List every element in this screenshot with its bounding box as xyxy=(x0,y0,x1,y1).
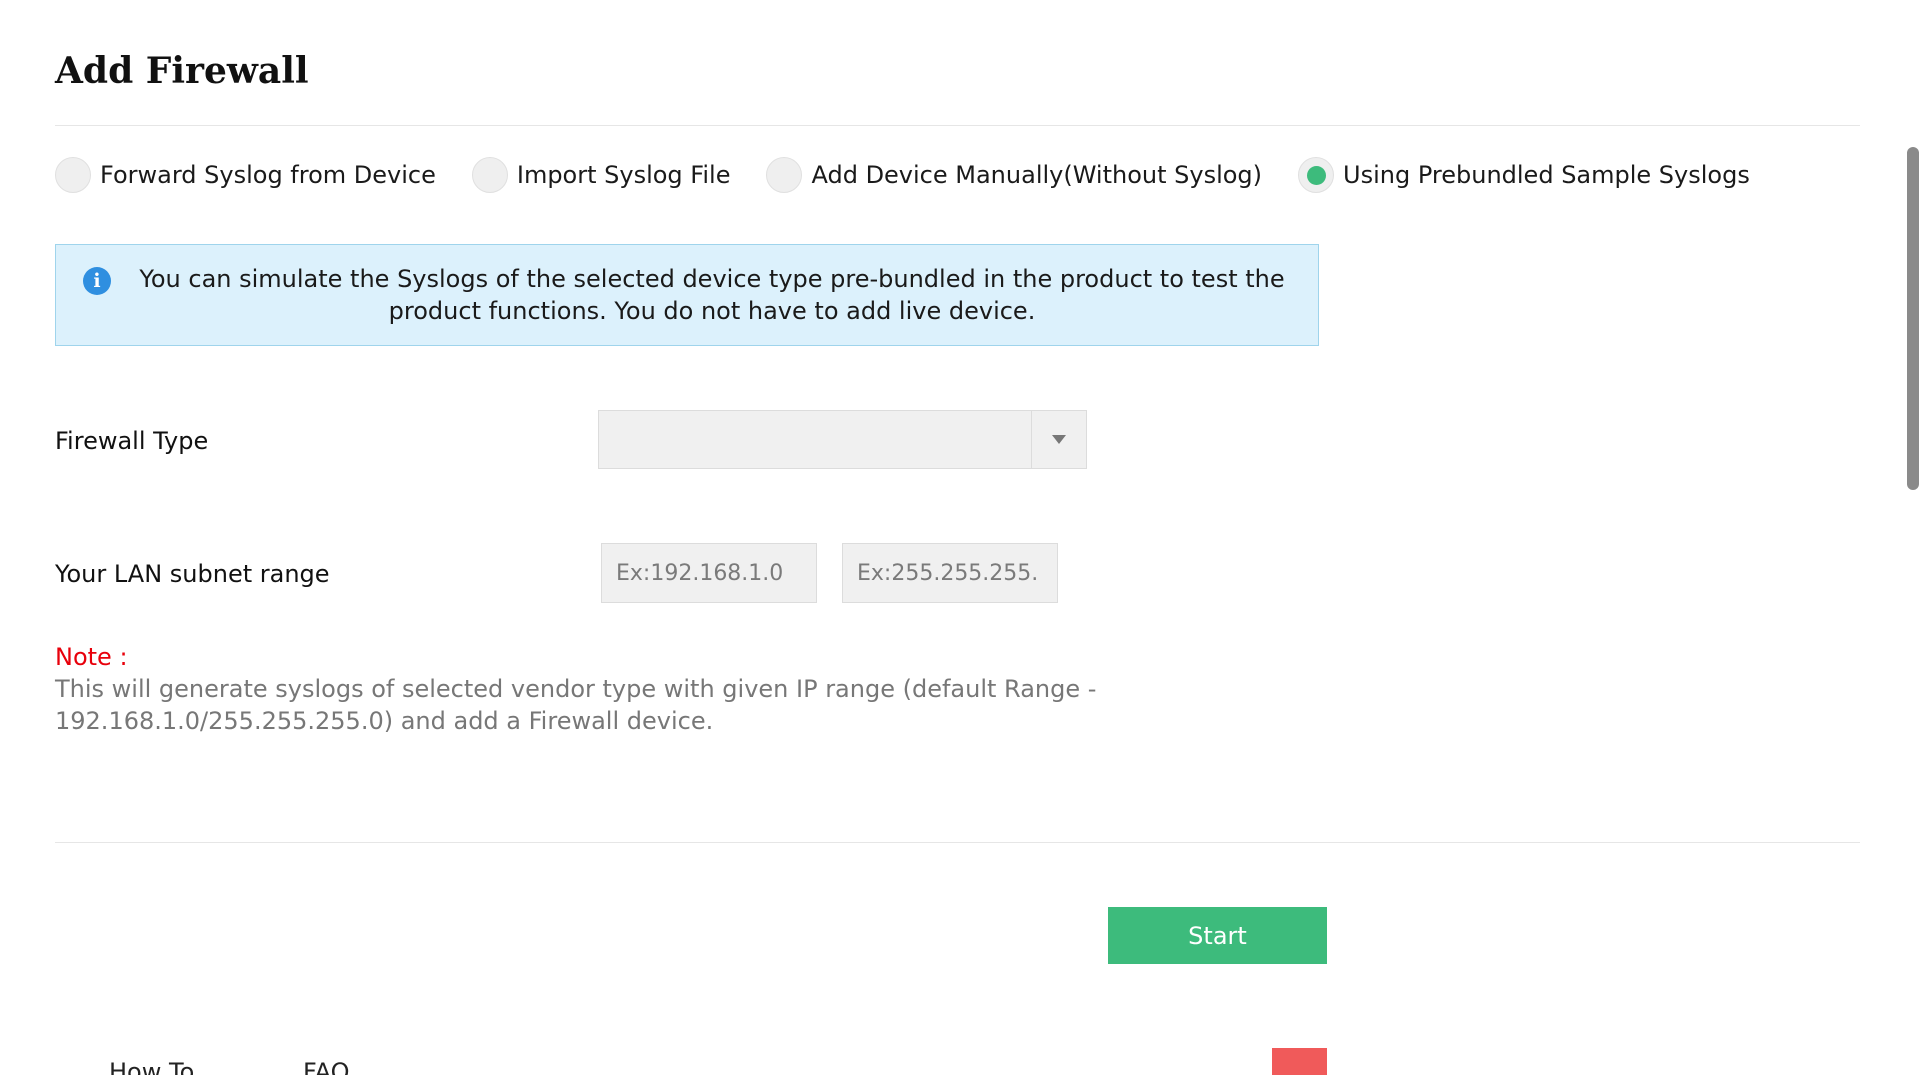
radio-label: Using Prebundled Sample Syslogs xyxy=(1343,161,1750,189)
start-button[interactable]: Start xyxy=(1108,907,1327,964)
info-icon: i xyxy=(83,267,111,295)
radio-import-syslog[interactable]: Import Syslog File xyxy=(471,157,731,193)
radio-label: Import Syslog File xyxy=(516,161,731,189)
lan-subnet-label: Your LAN subnet range xyxy=(55,560,330,588)
firewall-type-label: Firewall Type xyxy=(55,427,209,455)
info-banner: i You can simulate the Syslogs of the se… xyxy=(55,244,1319,346)
footer: How To FAQ xyxy=(0,1040,1927,1075)
vertical-scrollbar-thumb[interactable] xyxy=(1907,147,1919,490)
subnet-mask-input[interactable] xyxy=(842,543,1058,603)
dropdown-toggle[interactable] xyxy=(1031,411,1086,468)
firewall-type-select[interactable] xyxy=(598,410,1087,469)
radio-prebundled-syslogs[interactable]: Using Prebundled Sample Syslogs xyxy=(1298,157,1750,193)
info-message: You can simulate the Syslogs of the sele… xyxy=(139,265,1285,325)
radio-button-icon[interactable] xyxy=(766,157,803,193)
note-text: This will generate syslogs of selected v… xyxy=(55,675,1097,735)
subnet-ip-input[interactable] xyxy=(601,543,817,603)
add-firewall-page: Add Firewall Forward Syslog from Device … xyxy=(0,0,1927,1075)
radio-forward-syslog[interactable]: Forward Syslog from Device xyxy=(55,157,436,193)
radio-label: Forward Syslog from Device xyxy=(100,161,436,189)
radio-button-icon[interactable] xyxy=(55,157,91,193)
title-divider xyxy=(55,125,1860,126)
footer-faq-link[interactable]: FAQ xyxy=(303,1058,350,1075)
page-title: Add Firewall xyxy=(55,50,309,92)
radio-label: Add Device Manually(Without Syslog) xyxy=(811,161,1263,189)
feedback-badge[interactable] xyxy=(1272,1048,1327,1075)
radio-add-manually[interactable]: Add Device Manually(Without Syslog) xyxy=(766,157,1262,193)
radio-button-icon[interactable] xyxy=(471,157,508,193)
mode-radio-group: Forward Syslog from Device Import Syslog… xyxy=(55,155,1786,195)
footer-how-to-link[interactable]: How To xyxy=(109,1058,194,1075)
actions-divider xyxy=(55,842,1860,843)
radio-button-selected-icon[interactable] xyxy=(1298,157,1335,193)
chevron-down-icon xyxy=(1052,435,1066,444)
note-title: Note : xyxy=(55,643,128,671)
